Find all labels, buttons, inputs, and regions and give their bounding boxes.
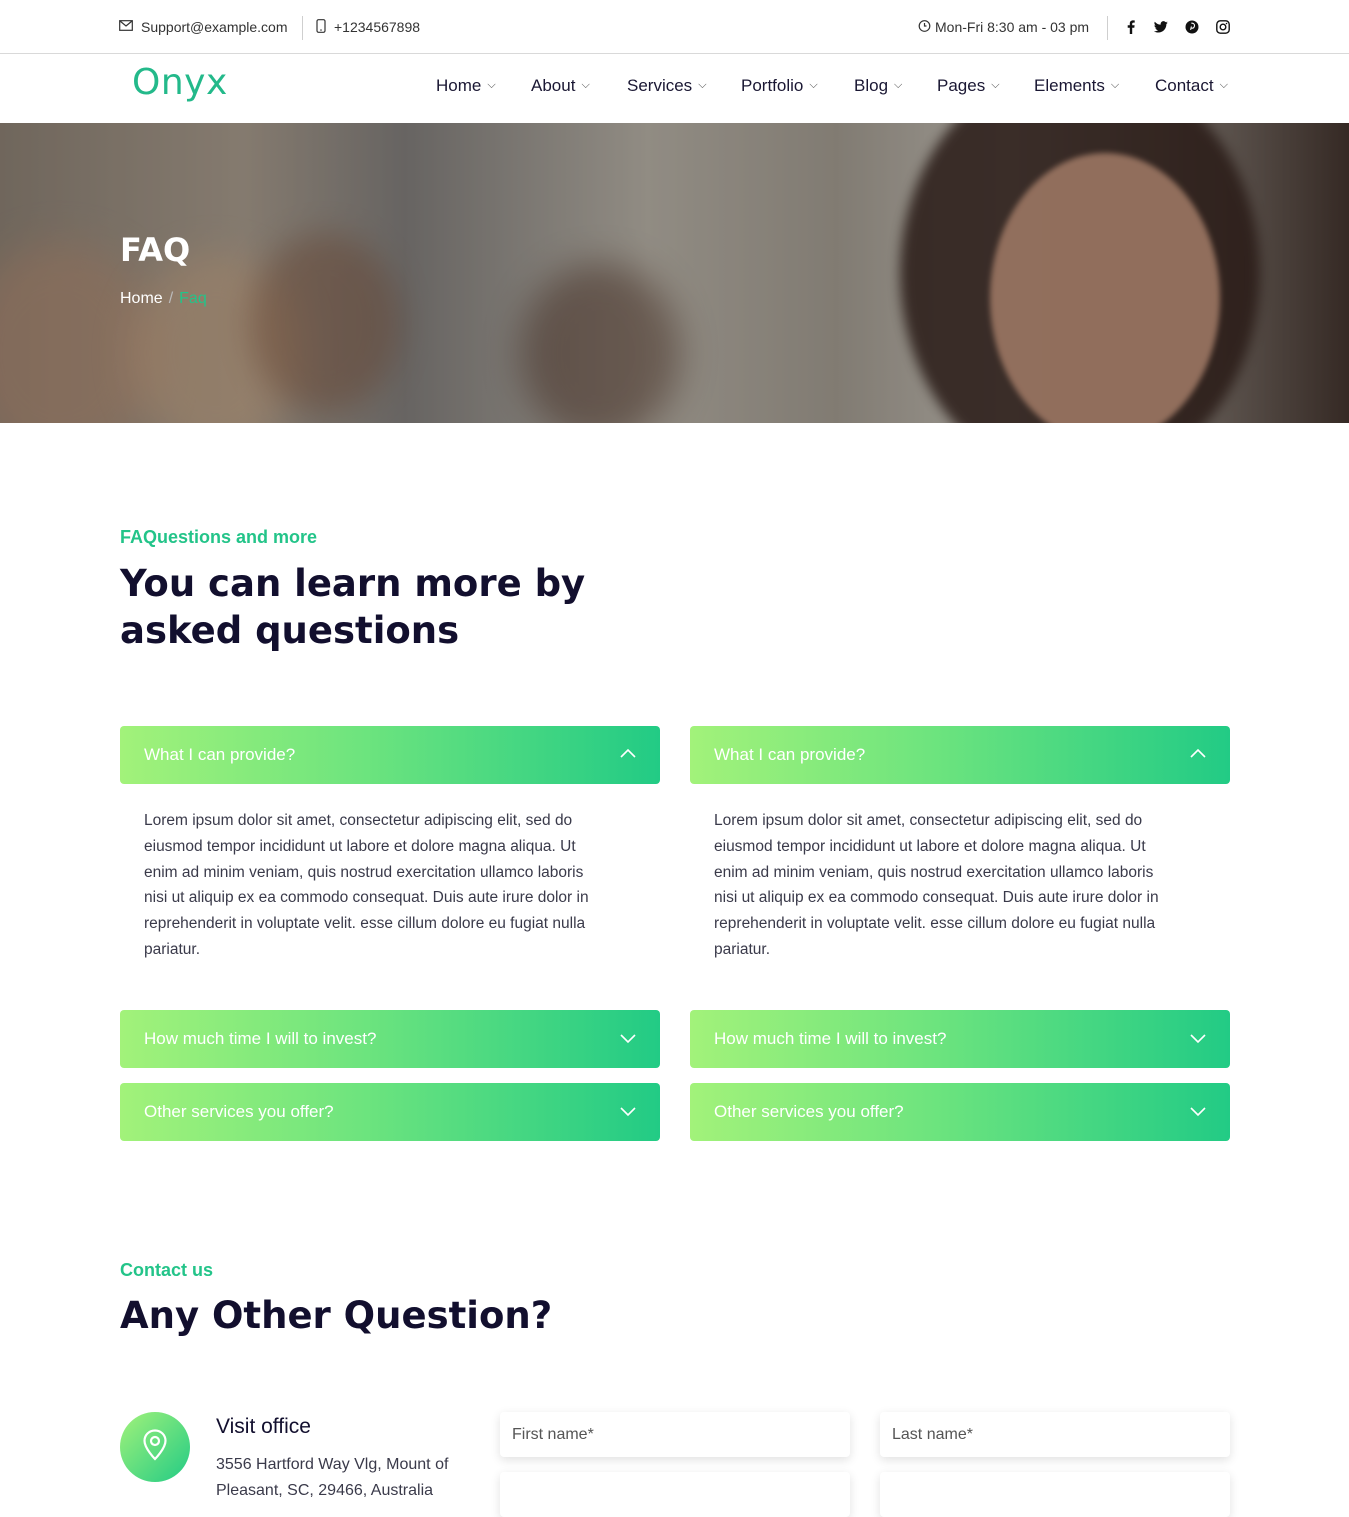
pinterest-icon[interactable] [1183, 18, 1201, 36]
nav-item-elements[interactable]: Elements ⌵ [1034, 54, 1119, 117]
banner-overlay [0, 123, 1349, 423]
phone-number-text: +1234567898 [334, 19, 421, 35]
email-input[interactable] [500, 1472, 850, 1517]
faq-answer-line: enim ad minim veniam, quis nostrud exerc… [714, 863, 1154, 881]
chevron-down-icon [1188, 1101, 1208, 1121]
nav-label: About [531, 75, 576, 95]
faq-question-left-2[interactable]: How much time I will to invest? [120, 1010, 660, 1068]
chevron-up-icon [1188, 744, 1208, 764]
faq-question-right-2[interactable]: How much time I will to invest? [690, 1010, 1230, 1068]
instagram-icon[interactable] [1214, 18, 1232, 36]
faq-answer-line: reprehenderit in voluptate velit. esse c… [144, 915, 586, 933]
nav-item-blog[interactable]: Blog ⌵ [854, 54, 902, 117]
chevron-up-icon [618, 744, 638, 764]
faq-question-right-1[interactable]: What I can provide? [690, 726, 1230, 784]
breadcrumb-current: Faq [179, 290, 207, 307]
breadcrumb-home[interactable]: Home [120, 290, 163, 307]
divider [302, 16, 303, 40]
nav-label: Blog [854, 75, 889, 95]
last-name-input[interactable] [880, 1412, 1230, 1457]
chevron-down-icon: ⌵ [894, 79, 903, 91]
twitter-icon[interactable] [1152, 18, 1170, 36]
breadcrumb-separator: / [168, 290, 174, 307]
address-line: Pleasant, SC, 29466, Australia [216, 1482, 434, 1499]
mail-icon [119, 20, 133, 34]
chevron-down-icon: ⌵ [809, 79, 818, 91]
chevron-down-icon: ⌵ [698, 79, 707, 91]
chevron-down-icon: ⌵ [487, 79, 496, 91]
chevron-down-icon: ⌵ [581, 79, 590, 91]
phone-number[interactable]: +1234567898 [316, 0, 420, 54]
faq-question-text: How much time I will to invest? [714, 1029, 947, 1048]
faq-question-left-3[interactable]: Other services you offer? [120, 1083, 660, 1141]
breadcrumb: Home / Faq [120, 290, 207, 308]
nav-item-home[interactable]: Home ⌵ [436, 54, 496, 117]
faq-heading-line: You can learn more by [120, 562, 586, 605]
faq-kicker: FAQuestions and more [120, 527, 318, 547]
faq-answer-line: eiusmod tempor incididunt ut labore et d… [714, 837, 1146, 855]
nav-item-services[interactable]: Services ⌵ [627, 54, 707, 117]
faq-answer-left-1: Lorem ipsum dolor sit amet, consectetur … [144, 808, 624, 963]
visit-office-address: 3556 Hartford Way Vlg, Mount of Pleasant… [216, 1452, 476, 1504]
faq-question-left-1[interactable]: What I can provide? [120, 726, 660, 784]
opening-hours: Mon-Fri 8:30 am - 03 pm [918, 0, 1089, 54]
chevron-down-icon [618, 1028, 638, 1048]
facebook-icon[interactable] [1122, 18, 1140, 36]
support-email[interactable]: Support@example.com [119, 0, 288, 54]
visit-office-title: Visit office [216, 1415, 311, 1438]
faq-answer-line: Lorem ipsum dolor sit amet, consectetur … [144, 812, 573, 829]
nav-item-portfolio[interactable]: Portfolio ⌵ [741, 54, 818, 117]
nav-item-about[interactable]: About ⌵ [531, 54, 590, 117]
faq-answer-line: nisi ut aliquip ex ea commodo consequat.… [144, 889, 589, 907]
first-name-input[interactable] [500, 1412, 850, 1457]
faq-answer-line: enim ad minim veniam, quis nostrud exerc… [144, 863, 584, 881]
opening-hours-text: Mon-Fri 8:30 am - 03 pm [935, 19, 1090, 35]
faq-question-text: How much time I will to invest? [144, 1029, 377, 1048]
logo[interactable]: Onyx [132, 62, 228, 103]
divider [1107, 16, 1108, 40]
nav-label: Pages [937, 75, 986, 95]
nav-item-contact[interactable]: Contact ⌵ [1155, 54, 1228, 117]
faq-question-text: What I can provide? [144, 745, 296, 764]
faq-question-text: What I can provide? [714, 745, 866, 764]
nav-label: Portfolio [741, 75, 804, 95]
nav-label: Elements [1034, 75, 1105, 95]
chevron-down-icon [618, 1101, 638, 1121]
faq-heading-line: asked questions [120, 609, 460, 652]
location-badge [120, 1412, 190, 1482]
faq-answer-line: pariatur. [714, 940, 771, 958]
clock-icon [918, 19, 931, 35]
chevron-down-icon: ⌵ [1110, 79, 1120, 91]
faq-answer-right-1: Lorem ipsum dolor sit amet, consectetur … [714, 808, 1194, 963]
chevron-down-icon: ⌵ [991, 79, 1000, 91]
top-bar: Support@example.com +1234567898 Mon-Fri … [0, 0, 1349, 54]
phone-input[interactable] [880, 1472, 1230, 1517]
location-pin-icon [142, 1428, 168, 1466]
chevron-down-icon: ⌵ [1219, 79, 1228, 91]
faq-question-text: Other services you offer? [714, 1102, 904, 1121]
page-banner: FAQ Home / Faq [0, 123, 1349, 423]
main-header: Onyx Home ⌵ About ⌵ Services ⌵ Portfolio ⌵ B… [0, 54, 1349, 123]
faq-answer-line: reprehenderit in voluptate velit. esse c… [714, 915, 1156, 933]
faq-answer-line: eiusmod tempor incididunt ut labore et d… [144, 837, 576, 855]
contact-heading: Any Other Question? [120, 1294, 553, 1337]
address-line: 3556 Hartford Way Vlg, Mount of [216, 1456, 449, 1473]
nav-label: Contact [1155, 75, 1214, 95]
nav-item-pages[interactable]: Pages ⌵ [937, 54, 1000, 117]
page-title: FAQ [120, 231, 191, 269]
faq-answer-line: Lorem ipsum dolor sit amet, consectetur … [714, 812, 1143, 829]
chevron-down-icon [1188, 1028, 1208, 1048]
faq-question-right-3[interactable]: Other services you offer? [690, 1083, 1230, 1141]
mobile-icon [316, 18, 326, 36]
support-email-text: Support@example.com [141, 19, 288, 35]
nav-label: Services [627, 75, 693, 95]
faq-answer-line: nisi ut aliquip ex ea commodo consequat.… [714, 889, 1159, 907]
contact-kicker: Contact us [120, 1260, 214, 1280]
faq-heading: You can learn more by asked questions [120, 560, 585, 654]
faq-answer-line: pariatur. [144, 940, 201, 958]
faq-question-text: Other services you offer? [144, 1102, 334, 1121]
nav-label: Home [436, 75, 482, 95]
